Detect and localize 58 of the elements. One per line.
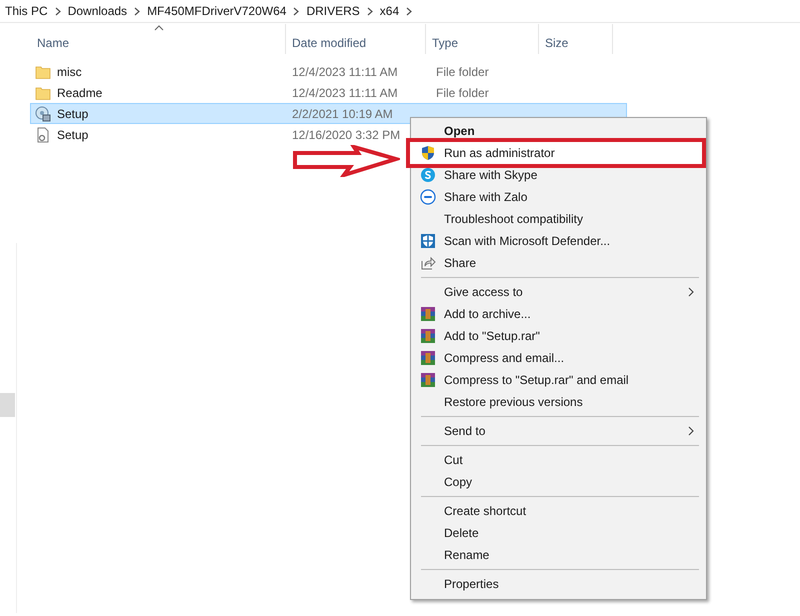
menu-item[interactable]: Troubleshoot compatibility (411, 208, 706, 230)
menu-item[interactable]: Compress to "Setup.rar" and email (411, 369, 706, 391)
menu-item[interactable]: Share (411, 252, 706, 274)
file-name: Setup (57, 106, 88, 120)
menu-item[interactable]: Create shortcut (411, 500, 706, 522)
column-header[interactable]: Size (539, 24, 613, 54)
chevron-icon (293, 6, 300, 16)
chevron-icon (54, 6, 61, 16)
file-row[interactable]: misc 12/4/2023 11:11 AM File folder (30, 61, 627, 82)
folder-icon (35, 84, 51, 100)
file-name: Readme (57, 86, 102, 100)
file-icon (35, 126, 51, 142)
folder-icon (35, 64, 51, 80)
date-modified: 12/16/2020 3:32 PM (292, 128, 402, 142)
menu-item[interactable]: Rename (411, 544, 706, 566)
installer-icon (35, 106, 51, 122)
shield-icon (420, 145, 436, 161)
column-header[interactable]: Type (426, 24, 539, 54)
file-name: misc (57, 64, 82, 78)
menu-item[interactable]: Share with Zalo (411, 186, 706, 208)
menu-item[interactable]: Delete (411, 522, 706, 544)
breadcrumb-item[interactable]: x64 (380, 4, 400, 18)
highlighted-menu-item[interactable]: Run as administrator (406, 138, 706, 168)
chevron-icon (406, 6, 412, 16)
share-icon (420, 255, 436, 271)
file-row[interactable]: Readme 12/4/2023 11:11 AM File folder (30, 82, 627, 103)
archive-icon (420, 350, 436, 366)
archive-icon (420, 328, 436, 344)
menu-item[interactable]: Scan with Microsoft Defender... (411, 230, 706, 252)
menu-item[interactable]: Properties (411, 573, 706, 595)
chevron-icon (134, 6, 140, 16)
menu-item[interactable]: Copy (411, 471, 706, 493)
file-name: Setup (57, 128, 88, 142)
breadcrumb-item[interactable]: DRIVERS (306, 4, 360, 18)
chevron-icon (366, 6, 373, 16)
date-modified: 2/2/2021 10:19 AM (292, 106, 394, 120)
archive-icon (420, 372, 436, 388)
menu-item[interactable]: Compress and email... (411, 347, 706, 369)
column-header[interactable]: Date modified (286, 24, 426, 54)
breadcrumb-item[interactable]: This PC (5, 4, 48, 18)
file-type: File folder (436, 86, 489, 100)
file-type: File folder (436, 64, 489, 78)
menu-item[interactable]: Give access to (411, 281, 706, 303)
menu-item[interactable]: Restore previous versions (411, 391, 706, 413)
sort-caret-icon (154, 25, 164, 31)
column-header[interactable]: Name (33, 24, 286, 54)
date-modified: 12/4/2023 11:11 AM (292, 86, 399, 100)
arrow-icon (292, 145, 400, 177)
date-modified: 12/4/2023 11:11 AM (292, 64, 399, 78)
menu-item[interactable]: Add to archive... (411, 303, 706, 325)
breadcrumb-item[interactable]: Downloads (68, 4, 128, 18)
scrollbar-thumb[interactable] (0, 393, 15, 417)
menu-item[interactable]: Add to "Setup.rar" (411, 325, 706, 347)
archive-icon (420, 306, 436, 322)
menu-item[interactable]: Send to (411, 420, 706, 442)
menu-item[interactable]: Cut (411, 449, 706, 471)
breadcrumb-item[interactable]: MF450MFDriverV720W64 (147, 4, 286, 18)
shield-icon (420, 233, 436, 249)
